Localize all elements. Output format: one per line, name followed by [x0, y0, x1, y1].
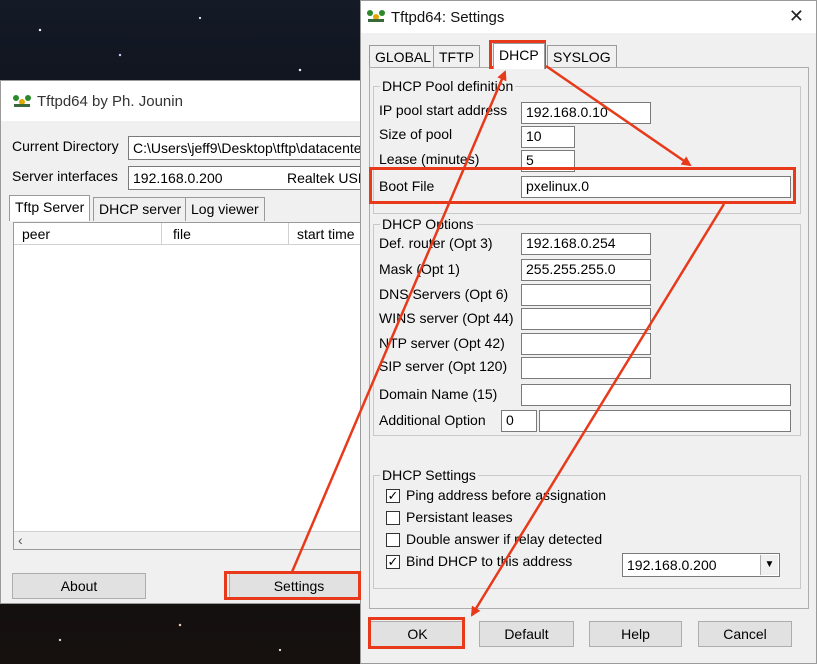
boot-file-highlight — [369, 167, 796, 204]
chevron-down-icon[interactable]: ▼ — [760, 555, 778, 575]
cancel-button[interactable]: Cancel — [698, 621, 792, 647]
wins-server-label: WINS server (Opt 44) — [379, 310, 514, 326]
bind-dhcp-label: Bind DHCP to this address — [406, 553, 573, 569]
ping-address-checkbox[interactable]: ✓ — [386, 489, 400, 503]
persistant-leases-label: Persistant leases — [406, 509, 513, 525]
column-divider — [288, 223, 289, 245]
ip-pool-start-label: IP pool start address — [379, 102, 508, 118]
default-button[interactable]: Default — [479, 621, 574, 647]
dhcp-options-legend: DHCP Options — [382, 216, 474, 232]
persistant-leases-checkbox[interactable] — [386, 511, 400, 525]
additional-option-value-input[interactable] — [539, 410, 791, 432]
server-interfaces-adapter: Realtek USI — [287, 170, 362, 186]
column-divider — [161, 223, 162, 245]
transfer-list-header: peer file start time — [14, 223, 368, 245]
sip-server-label: SIP server (Opt 120) — [379, 358, 508, 374]
scroll-left-icon[interactable]: ‹ — [18, 532, 23, 548]
column-file[interactable]: file — [173, 226, 191, 242]
ntp-server-input[interactable] — [521, 333, 651, 355]
dns-servers-input[interactable] — [521, 284, 651, 306]
domain-name-label: Domain Name (15) — [379, 386, 498, 402]
sip-server-input[interactable] — [521, 357, 651, 379]
column-peer[interactable]: peer — [22, 226, 50, 242]
lease-label: Lease (minutes) — [379, 151, 480, 167]
settings-dialog-title: Tftpd64: Settings — [391, 9, 505, 26]
bind-dhcp-checkbox[interactable]: ✓ — [386, 555, 400, 569]
default-router-label: Def. router (Opt 3) — [379, 235, 493, 251]
pool-size-label: Size of pool — [379, 126, 453, 142]
dhcp-settings-panel: DHCP Pool definition IP pool start addre… — [369, 67, 809, 609]
about-button[interactable]: About — [12, 573, 146, 599]
ip-pool-start-input[interactable]: 192.168.0.10 — [521, 102, 651, 124]
help-button[interactable]: Help — [589, 621, 682, 647]
server-interfaces-select[interactable]: 192.168.0.200 Realtek USI — [128, 166, 369, 190]
double-answer-label: Double answer if relay detected — [406, 531, 603, 547]
tab-global[interactable]: GLOBAL — [369, 45, 438, 69]
dhcp-settings-legend: DHCP Settings — [382, 467, 476, 483]
main-title-bar: Tftpd64 by Ph. Jounin — [1, 81, 367, 121]
settings-button-highlight — [224, 571, 361, 600]
wins-server-input[interactable] — [521, 308, 651, 330]
mask-label: Mask (Opt 1) — [379, 261, 460, 277]
current-directory-label: Current Directory — [12, 138, 119, 154]
tftpd64-app-icon — [367, 10, 385, 22]
domain-name-input[interactable] — [521, 384, 791, 406]
mask-input[interactable]: 255.255.255.0 — [521, 259, 651, 281]
dhcp-pool-legend: DHCP Pool definition — [382, 78, 514, 94]
main-window-title: Tftpd64 by Ph. Jounin — [37, 93, 183, 110]
settings-dialog: Tftpd64: Settings ✕ GLOBAL TFTP DHCP SYS… — [360, 0, 817, 664]
tab-dhcp[interactable]: DHCP — [493, 43, 545, 69]
horizontal-scrollbar[interactable]: ‹ — [14, 531, 368, 549]
tab-tftp-server[interactable]: Tftp Server — [9, 195, 91, 221]
server-interfaces-value: 192.168.0.200 — [133, 170, 223, 186]
settings-title-bar: Tftpd64: Settings ✕ — [361, 1, 816, 33]
additional-option-label: Additional Option — [379, 412, 486, 428]
bind-address-select[interactable]: 192.168.0.200 ▼ — [622, 553, 780, 577]
current-directory-field[interactable]: C:\Users\jeff9\Desktop\tftp\datacente — [128, 136, 369, 160]
tab-syslog[interactable]: SYSLOG — [547, 45, 617, 69]
tftpd64-main-window: Tftpd64 by Ph. Jounin Current Directory … — [0, 80, 369, 604]
ok-button-highlight — [368, 617, 465, 649]
dns-servers-label: DNS Servers (Opt 6) — [379, 286, 509, 302]
pool-size-input[interactable]: 10 — [521, 126, 575, 148]
tftpd64-app-icon — [13, 95, 31, 107]
tab-dhcp-server[interactable]: DHCP server — [93, 197, 188, 221]
column-start-time[interactable]: start time — [297, 226, 355, 242]
ping-address-label: Ping address before assignation — [406, 487, 607, 503]
transfer-list[interactable]: peer file start time ‹ — [13, 222, 369, 550]
server-interfaces-label: Server interfaces — [12, 168, 118, 184]
additional-option-code-input[interactable]: 0 — [501, 410, 537, 432]
bind-address-value: 192.168.0.200 — [627, 557, 717, 573]
tab-log-viewer[interactable]: Log viewer — [185, 197, 265, 221]
close-icon[interactable]: ✕ — [789, 6, 804, 27]
ntp-server-label: NTP server (Opt 42) — [379, 335, 505, 351]
double-answer-checkbox[interactable] — [386, 533, 400, 547]
tab-tftp[interactable]: TFTP — [433, 45, 480, 69]
default-router-input[interactable]: 192.168.0.254 — [521, 233, 651, 255]
